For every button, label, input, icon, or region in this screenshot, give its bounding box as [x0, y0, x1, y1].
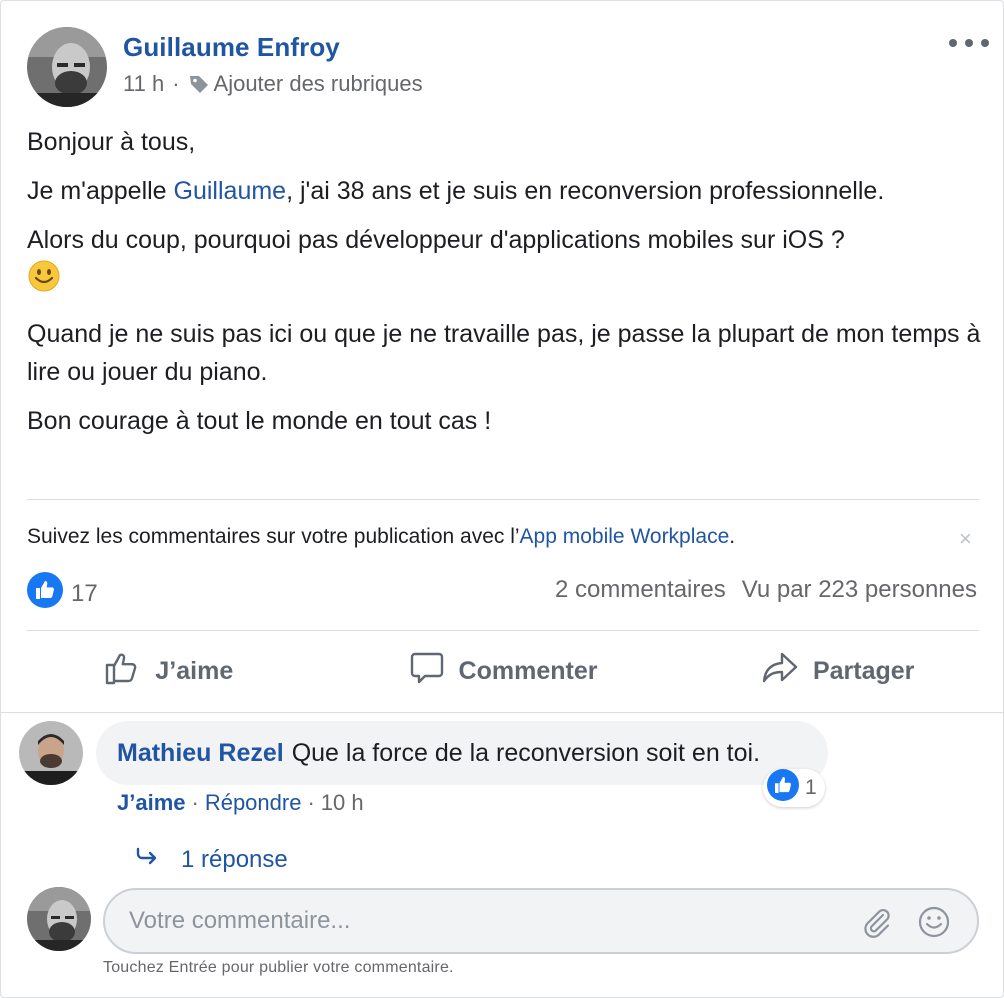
post-paragraph: Alors du coup, pourquoi pas développeur … [27, 221, 982, 304]
comment-text: Que la force de la reconversion soit en … [291, 739, 761, 767]
composer-hint: Touchez Entrée pour publier votre commen… [103, 959, 454, 976]
emoji-icon[interactable] [917, 905, 951, 944]
separator: · [307, 790, 315, 815]
separator: · [191, 790, 199, 815]
dot [965, 39, 973, 47]
post-actions: J’aime Commenter Partager [1, 631, 1004, 711]
comments-count[interactable]: 2 commentaires [555, 576, 726, 604]
current-user-avatar [27, 887, 91, 951]
comment-input[interactable] [129, 890, 829, 952]
divider [27, 499, 979, 500]
commenter-name[interactable]: Mathieu Rezel [117, 739, 284, 767]
replies-count: 1 réponse [181, 846, 288, 873]
add-topics-link[interactable]: Ajouter des rubriques [214, 71, 423, 97]
comment-time[interactable]: 10 h [321, 790, 364, 816]
workplace-app-link[interactable]: App mobile Workplace [520, 525, 730, 548]
like-button[interactable]: J’aime [1, 631, 336, 711]
share-label: Partager [812, 656, 915, 685]
notice-end: . [729, 525, 736, 548]
mobile-app-notice: Suivez les commentaires sur votre public… [27, 525, 735, 549]
more-dots-icon[interactable] [949, 31, 989, 55]
comment-button[interactable]: Commenter [336, 631, 671, 711]
like-thumb-icon [103, 649, 141, 694]
author-name[interactable]: Guillaume Enfroy [123, 32, 340, 63]
post-card: Guillaume Enfroy 11 h · Ajouter des rubr… [0, 0, 1004, 998]
comment-bubble-icon [409, 650, 445, 693]
post-stats: 2 commentaires Vu par 223 personnes [555, 576, 977, 604]
smile-emoji-icon [27, 259, 61, 304]
post-paragraph: Je m'appelle Guillaume, j'ai 38 ans et j… [27, 172, 982, 210]
likes-count: 17 [71, 579, 98, 607]
reactions-summary[interactable]: 17 [27, 572, 98, 615]
mention-link[interactable]: Guillaume [174, 177, 287, 205]
commenter-avatar[interactable] [19, 721, 83, 785]
like-label: J’aime [155, 656, 234, 685]
text: Alors du coup, pourquoi pas développeur … [27, 226, 845, 254]
comment-reactions[interactable]: 1 [763, 769, 825, 807]
dot [981, 39, 989, 47]
dot [949, 39, 957, 47]
notice-text: Suivez les commentaires sur votre public… [27, 525, 520, 548]
post-paragraph: Quand je ne suis pas ici ou que je ne tr… [27, 320, 981, 386]
paperclip-icon[interactable] [861, 907, 893, 944]
post-meta: 11 h · Ajouter des rubriques [123, 71, 423, 97]
close-icon[interactable]: × [959, 528, 972, 550]
view-replies-link[interactable]: 1 réponse [135, 846, 288, 874]
reply-arrow-icon [135, 846, 159, 874]
author-avatar[interactable] [27, 27, 107, 107]
post-time[interactable]: 11 h [123, 71, 164, 97]
text: Je m'appelle [27, 177, 174, 205]
meta-separator: · [172, 71, 180, 96]
post-paragraph: Bon courage à tout le monde en tout cas … [27, 407, 492, 435]
comment-content: Mathieu Rezel Que la force de la reconver… [117, 739, 760, 768]
share-button[interactable]: Partager [670, 631, 1004, 711]
like-thumb-icon [27, 572, 63, 615]
post-body: Bonjour à tous, Je m'appelle Guillaume, … [27, 123, 982, 451]
reply-link[interactable]: Répondre [205, 790, 302, 816]
comment-like-link[interactable]: J’aime [117, 790, 186, 816]
text: , j'ai 38 ans et je suis en reconversion… [286, 177, 885, 205]
tag-icon[interactable] [188, 73, 210, 95]
comment-reaction-count: 1 [805, 776, 817, 799]
post-paragraph: Bonjour à tous, [27, 128, 196, 156]
share-arrow-icon [761, 650, 799, 693]
comment-composer [103, 888, 979, 954]
like-thumb-icon [767, 769, 799, 807]
comment-label: Commenter [458, 656, 598, 685]
comment-actions: J’aime · Répondre · 10 h [117, 790, 364, 816]
seen-by[interactable]: Vu par 223 personnes [742, 576, 977, 604]
